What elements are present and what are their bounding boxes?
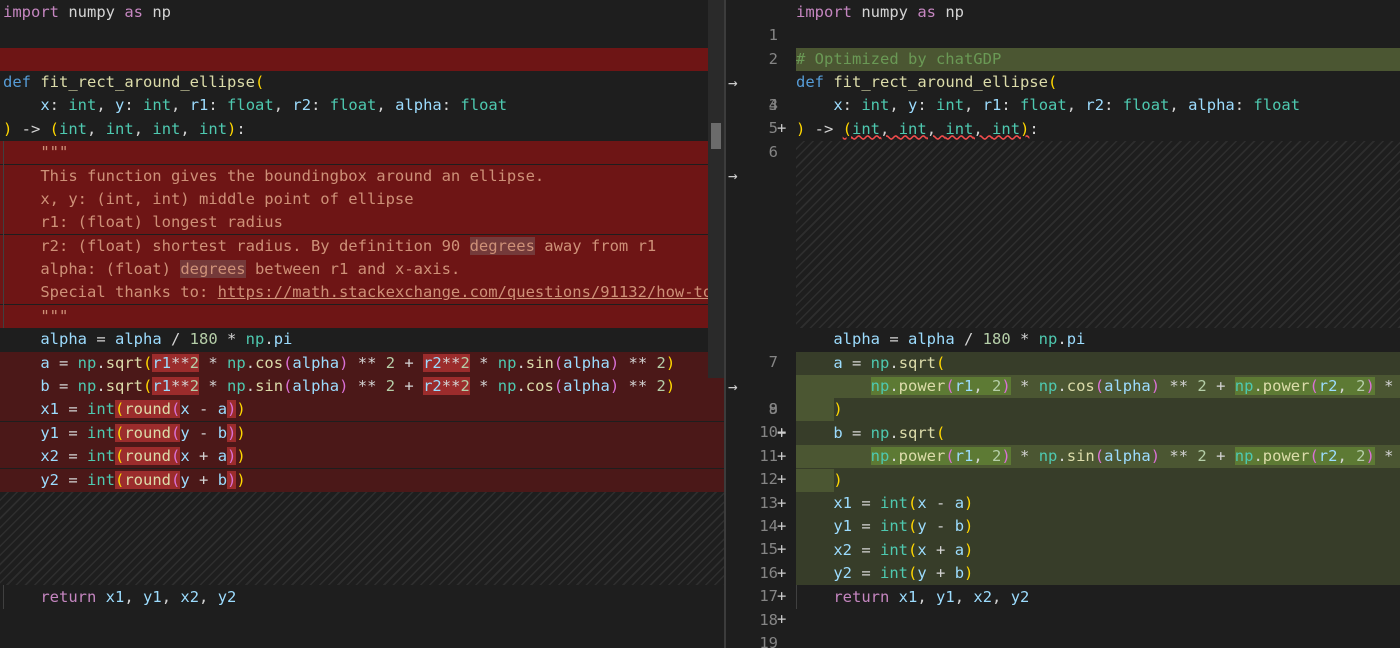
- deleted-code-line[interactable]: x2 = int(round(x + a)): [0, 445, 724, 469]
- deleted-code-line[interactable]: y2 = int(round(y + b)): [0, 468, 724, 492]
- inserted-code-line[interactable]: 17 + y2 = int(y + b): [726, 562, 1400, 629]
- docstring-link[interactable]: https://math.stackexchange.com/questions…: [218, 283, 713, 301]
- deleted-code-line[interactable]: a = np.sqrt(r1**2 * np.cos(alpha) ** 2 +…: [0, 351, 724, 375]
- deleted-docstring-line[interactable]: """: [0, 141, 724, 165]
- inserted-code-line[interactable]: 13 + ): [726, 468, 1400, 535]
- code-line[interactable]: ) -> (int, int, int, int):: [0, 118, 724, 141]
- deleted-code-line[interactable]: x1 = int(round(x - a)): [0, 398, 724, 422]
- deleted-docstring-line[interactable]: r1: (float) longest radius: [0, 211, 724, 235]
- scrollbar-thumb[interactable]: [711, 123, 721, 149]
- deleted-docstring-line[interactable]: Special thanks to: https://math.stackexc…: [0, 281, 724, 305]
- code-line[interactable]: def fit_rect_around_ellipse(: [0, 71, 724, 94]
- deleted-docstring-line[interactable]: x, y: (int, int) middle point of ellipse: [0, 188, 724, 212]
- deleted-docstring-line[interactable]: alpha: (float) degrees between r1 and x-…: [0, 258, 724, 282]
- inserted-code-line[interactable]: 9 + np.power(r1, 2) * np.cos(alpha) ** 2…: [726, 375, 1400, 442]
- code-line[interactable]: 2: [726, 25, 1400, 68]
- code-line[interactable]: import numpy as np: [0, 1, 724, 24]
- diff-filler-hatch: [796, 141, 1400, 328]
- modified-editor-pane[interactable]: 1 import numpy as np 2 → 3 + # Optimized…: [726, 0, 1400, 648]
- deleted-code-line[interactable]: b = np.sqrt(r1**2 * np.sin(alpha) ** 2 +…: [0, 375, 724, 399]
- inserted-code-line[interactable]: 14 + x1 = int(x - a): [726, 492, 1400, 559]
- diff-filler-hatch: [0, 491, 724, 585]
- code-line[interactable]: 4 def fit_rect_around_ellipse(: [726, 71, 1400, 114]
- code-line[interactable]: alpha = alpha / 180 * np.pi: [0, 328, 724, 351]
- deleted-docstring-line[interactable]: """: [0, 304, 724, 328]
- vertical-scrollbar[interactable]: [708, 0, 724, 378]
- deleted-code-line[interactable]: y1 = int(round(y - b)): [0, 421, 724, 445]
- inserted-code-line[interactable]: 10 + ): [726, 398, 1400, 465]
- word-highlight: degrees: [180, 260, 246, 278]
- code-line[interactable]: 19: [726, 609, 1400, 648]
- indent-guide: [796, 585, 797, 609]
- code-line[interactable]: 1 import numpy as np: [726, 1, 1400, 44]
- code-line[interactable]: return x1, y1, x2, y2: [0, 586, 724, 609]
- inserted-code-line[interactable]: → 3 + # Optimized by chatGDP: [726, 47, 1400, 137]
- original-editor-pane[interactable]: import numpy as np def fit_rect_around_e…: [0, 0, 724, 648]
- inserted-code-line[interactable]: → 8 + a = np.sqrt(: [726, 352, 1400, 442]
- inserted-code-line[interactable]: 11 + b = np.sqrt(: [726, 422, 1400, 489]
- deleted-docstring-line[interactable]: r2: (float) shortest radius. By definiti…: [0, 234, 724, 258]
- revert-arrow-icon[interactable]: →: [728, 164, 748, 187]
- inserted-code-line[interactable]: 12 + np.power(r1, 2) * np.sin(alpha) ** …: [726, 445, 1400, 512]
- inserted-code-line[interactable]: 16 + x2 = int(x + a): [726, 539, 1400, 606]
- code-line[interactable]: 5 x: int, y: int, r1: float, r2: float, …: [726, 94, 1400, 137]
- code-line[interactable]: x: int, y: int, r1: float, r2: float, al…: [0, 94, 724, 117]
- indent-guide: [3, 585, 4, 609]
- word-highlight: degrees: [469, 236, 535, 255]
- code-line[interactable]: 18 return x1, y1, x2, y2: [726, 586, 1400, 629]
- deleted-docstring-line[interactable]: This function gives the boundingbox arou…: [0, 164, 724, 188]
- code-line[interactable]: 7 alpha = alpha / 180 * np.pi: [726, 328, 1400, 371]
- code-line[interactable]: 6 ) -> (int, int, int, int):: [726, 118, 1400, 161]
- inserted-code-line[interactable]: 15 + y1 = int(y - b): [726, 515, 1400, 582]
- indent-guide: [3, 141, 4, 328]
- deleted-empty-line[interactable]: [0, 47, 724, 71]
